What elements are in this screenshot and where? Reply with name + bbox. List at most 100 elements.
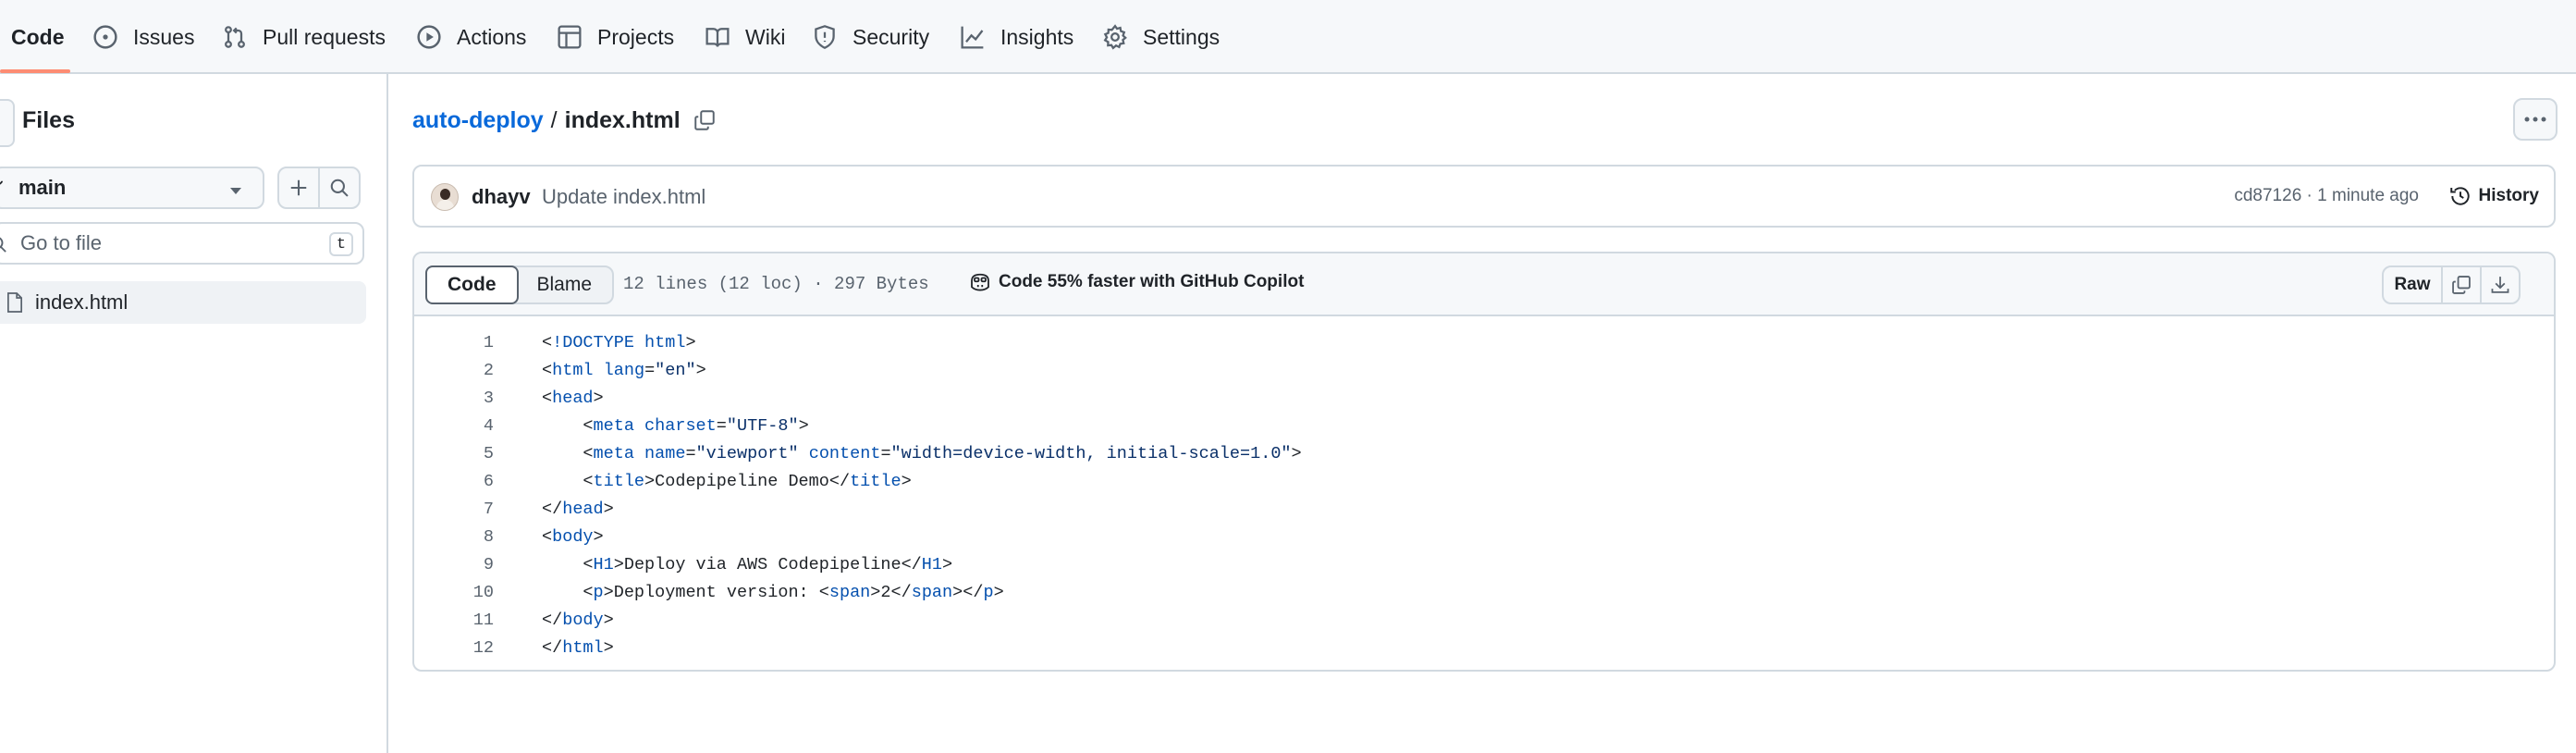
line-content: <meta name="viewport" content="width=dev… [542,444,1302,463]
line-number[interactable]: 12 [414,635,494,662]
go-to-file-input[interactable] [18,230,300,256]
line-number[interactable]: 9 [414,551,494,579]
file-viewer: Code Blame 12 lines (12 loc) · 297 Bytes… [412,252,2556,672]
blame-view-tab[interactable]: Blame [517,267,613,302]
raw-button[interactable]: Raw [2382,265,2443,304]
tab-issues[interactable]: Issues [92,0,194,74]
keyboard-shortcut-hint: t [329,232,353,256]
file-viewer-header: Code Blame 12 lines (12 loc) · 297 Bytes… [414,253,2554,316]
tab-wiki[interactable]: Wiki [705,0,785,74]
files-title: Files [22,107,75,133]
tab-code-label: Code [11,24,65,49]
tab-insights[interactable]: Insights [960,0,1073,74]
tab-insights-label: Insights [1000,24,1074,49]
add-file-button[interactable] [277,167,320,209]
book-icon [705,24,730,50]
copilot-promo[interactable]: Code 55% faster with GitHub Copilot [969,272,1304,292]
line-number[interactable]: 3 [414,385,494,413]
line-number[interactable]: 11 [414,607,494,635]
code-line: 4 <meta charset="UTF-8"> [414,413,2554,440]
file-tree-item-label: index.html [35,290,129,314]
more-options-button[interactable] [2513,98,2558,141]
code-line: 7 </head> [414,496,2554,524]
line-content: <title>Codepipeline Demo</title> [542,472,912,491]
code-line: 6 <title>Codepipeline Demo</title> [414,468,2554,496]
avatar[interactable] [431,183,459,211]
line-number[interactable]: 5 [414,440,494,468]
kebab-horizontal-icon [2523,116,2547,123]
code-line: 2 <html lang="en"> [414,357,2554,385]
breadcrumb: auto-deploy / index.html [412,104,716,137]
line-content: </head> [542,500,614,519]
history-button[interactable]: History [2449,178,2539,215]
code-line: 12 </html> [414,635,2554,662]
line-content: </body> [542,611,614,630]
breadcrumb-repo-link[interactable]: auto-deploy [412,107,544,134]
line-number[interactable]: 6 [414,468,494,496]
line-number[interactable]: 7 [414,496,494,524]
line-content: <!DOCTYPE html> [542,333,696,352]
code-line: 10 <p>Deployment version: <span>2</span>… [414,579,2554,607]
go-to-file-field[interactable]: t [0,222,364,265]
tab-security[interactable]: Security [812,0,929,74]
issue-opened-icon [92,24,118,50]
tab-projects-label: Projects [597,24,675,49]
graph-icon [960,24,986,50]
code-line: 5 <meta name="viewport" content="width=d… [414,440,2554,468]
search-code-button[interactable] [318,167,361,209]
line-content: <H1>Deploy via AWS Codepipeline</H1> [542,555,953,574]
triangle-down-icon [229,184,242,201]
breadcrumb-file-name: index.html [564,106,681,133]
line-number[interactable]: 1 [414,329,494,357]
plus-icon [288,178,309,198]
code-line: 9 <H1>Deploy via AWS Codepipeline</H1> [414,551,2554,579]
commit-sha-and-time[interactable]: cd87126 · 1 minute ago [2234,186,2419,206]
tab-actions[interactable]: Actions [416,0,526,74]
line-number[interactable]: 4 [414,413,494,440]
code-line: 1 <!DOCTYPE html> [414,329,2554,357]
download-raw-button[interactable] [2480,265,2521,304]
line-number[interactable]: 8 [414,524,494,551]
file-icon [6,291,24,314]
copy-path-button[interactable] [693,109,716,131]
line-content: <head> [542,389,604,408]
code-view-tab[interactable]: Code [425,265,519,304]
line-content: </html> [542,638,614,658]
copy-raw-button[interactable] [2441,265,2482,304]
file-tree-item-index-html[interactable]: index.html [0,281,366,324]
tab-projects[interactable]: Projects [557,0,674,74]
line-content: <p>Deployment version: <span>2</span></p… [542,583,1004,602]
tab-code[interactable]: Code [11,0,65,74]
line-number[interactable]: 10 [414,579,494,607]
line-number[interactable]: 2 [414,357,494,385]
collapse-sidebar-button[interactable] [0,99,15,147]
copilot-icon [969,272,991,292]
tab-settings-label: Settings [1143,24,1221,49]
shield-icon [812,24,838,50]
tab-wiki-label: Wiki [745,24,786,49]
commit-author[interactable]: dhayv [472,185,531,209]
line-content: <body> [542,527,604,547]
latest-commit-bar: dhayv Update index.html cd87126 · 1 minu… [412,165,2556,228]
git-pull-request-icon [222,24,248,50]
tab-settings[interactable]: Settings [1102,0,1220,74]
commit-message[interactable]: Update index.html [542,185,705,209]
line-content: <html lang="en"> [542,361,706,380]
search-icon [0,235,7,253]
raw-button-label: Raw [2394,275,2431,294]
file-stats: 12 lines (12 loc) · 297 Bytes [623,274,929,294]
breadcrumb-separator: / [550,106,558,133]
tab-actions-label: Actions [457,24,527,49]
tab-pull-requests-label: Pull requests [263,24,386,49]
search-icon [329,178,350,198]
code-line: 3 <head> [414,385,2554,413]
play-icon [416,24,442,50]
branch-name: main [18,176,67,199]
git-branch-icon [0,179,6,199]
tab-security-label: Security [853,24,930,49]
download-icon [2490,275,2510,295]
gear-icon [1102,24,1128,50]
copy-icon [693,109,716,131]
branch-selector[interactable]: main [0,167,264,209]
tab-pull-requests[interactable]: Pull requests [222,0,386,74]
